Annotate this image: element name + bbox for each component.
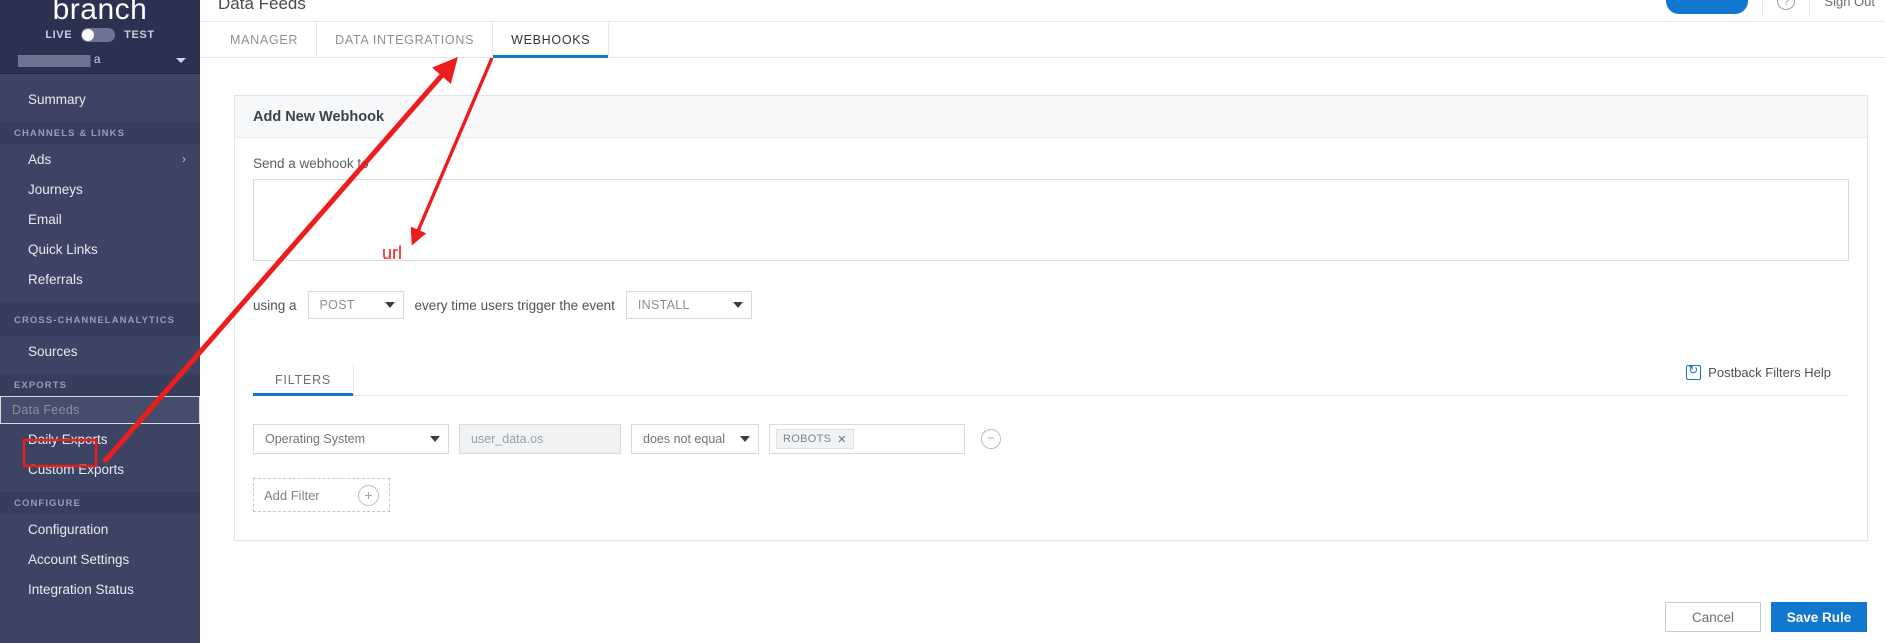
chevron-down-icon [384,302,395,308]
webhook-url-input[interactable] [253,179,1849,261]
test-label[interactable]: TEST [124,29,155,41]
filter-operator-select[interactable]: does not equal [631,424,759,454]
sidebar-item-label: Account Settings [28,551,130,567]
filter-field-readonly: user_data.os [459,424,621,454]
sidebar: branch LIVE TEST Summary CHANNELS & LINK… [0,0,200,643]
http-method-select[interactable]: POST [307,291,404,319]
filter-dimension-value: Operating System [265,432,366,446]
main-content: Data Feeds ? Sign Out MANAGER DATA INTEG… [200,0,1885,643]
top-bar: Data Feeds ? Sign Out [200,0,1885,22]
chevron-down-icon [732,302,743,308]
sidebar-item-label: Quick Links [28,241,98,257]
sign-out-link[interactable]: Sign Out [1824,0,1875,9]
card-body: Send a webhook to using a POST every tim… [235,138,1867,540]
help-icon[interactable]: ? [1777,0,1796,10]
sidebar-item-ads[interactable]: Ads › [0,144,200,174]
add-filter-label: Add Filter [264,487,320,503]
sidebar-item-label: Sources [28,343,78,359]
sidebar-item-email[interactable]: Email [0,204,200,234]
sidebar-heading-exports: EXPORTS [0,374,200,396]
chevron-down-icon [430,436,440,442]
tab-manager[interactable]: MANAGER [212,22,318,57]
sidebar-item-account-settings[interactable]: Account Settings [0,544,200,574]
filter-values-input[interactable]: ROBOTS ✕ [769,424,965,454]
sidebar-item-quick-links[interactable]: Quick Links [0,234,200,264]
live-label[interactable]: LIVE [45,29,72,41]
primary-action-button[interactable] [1666,0,1749,14]
plus-icon: + [358,484,379,506]
sidebar-item-configuration[interactable]: Configuration [0,514,200,544]
sidebar-item-label: Custom Exports [28,461,125,477]
filter-operator-value: does not equal [643,432,726,446]
event-select[interactable]: INSTALL [625,291,752,319]
sidebar-item-data-feeds[interactable]: Data Feeds [0,396,200,424]
chevron-right-icon: › [182,152,186,166]
sidebar-item-custom-exports[interactable]: Custom Exports [0,454,200,484]
sidebar-item-integration-status[interactable]: Integration Status [0,574,200,604]
http-method-value: POST [319,298,355,312]
sidebar-heading-configure: CONFIGURE [0,492,200,514]
divider [1762,0,1764,15]
divider [1809,0,1811,15]
remove-filter-button[interactable]: − [981,429,1001,449]
filter-value-chip[interactable]: ROBOTS ✕ [776,429,854,449]
sidebar-item-label: Configuration [28,521,109,537]
app-root: branch LIVE TEST Summary CHANNELS & LINK… [0,0,1885,643]
sidebar-item-label: Journeys [28,181,83,197]
sidebar-item-label: Ads [28,151,52,167]
cancel-button[interactable]: Cancel [1665,602,1761,632]
close-icon[interactable]: ✕ [837,433,847,446]
sidebar-item-summary[interactable]: Summary [0,84,200,114]
chevron-down-icon [740,436,750,442]
sidebar-item-label: Integration Status [28,581,134,597]
tab-webhooks[interactable]: WEBHOOKS [493,22,610,58]
app-selector[interactable] [0,48,200,74]
sidebar-item-label: Summary [28,91,86,107]
brand-logo[interactable]: branch [0,0,200,22]
postback-help-label: Postback Filters Help [1708,365,1831,380]
env-toggle-knob [82,29,95,41]
section-tabs: MANAGER DATA INTEGRATIONS WEBHOOKS [200,22,1885,58]
using-a-label: using a [253,297,297,313]
card-title: Add New Webhook [235,96,1867,138]
sidebar-item-label: Data Feeds [12,403,80,417]
heading-line-2: ANALYTICS [111,314,176,326]
sidebar-heading-channels: CHANNELS & LINKS [0,122,200,144]
filter-row: Operating System user_data.os does not e… [253,424,1849,454]
every-time-label: every time users trigger the event [414,297,615,313]
app-selector-value [18,52,176,67]
card-footer-actions: Cancel Save Rule [200,591,1885,643]
save-rule-button[interactable]: Save Rule [1771,602,1867,632]
env-toggle-switch[interactable] [81,28,116,42]
page-title: Data Feeds [218,0,306,13]
tab-filters[interactable]: FILTERS [253,365,355,396]
sidebar-item-referrals[interactable]: Referrals [0,264,200,294]
add-webhook-card: Add New Webhook Send a webhook to using … [234,95,1868,541]
filter-dimension-select[interactable]: Operating System [253,424,449,454]
tab-data-integrations[interactable]: DATA INTEGRATIONS [317,22,494,57]
postback-filters-help-link[interactable]: Postback Filters Help [1686,363,1831,380]
webhook-verb-row: using a POST every time users trigger th… [253,291,1849,319]
chevron-down-icon [176,58,186,63]
heading-line-1: CROSS-CHANNEL [14,314,112,326]
filters-tabbar: FILTERS [253,365,1849,396]
top-bar-actions: ? Sign Out [1666,0,1875,18]
sidebar-heading-cross-channel-analytics: CROSS-CHANNEL ANALYTICS [0,302,200,336]
filter-value-chip-label: ROBOTS [783,433,832,445]
sidebar-item-sources[interactable]: Sources [0,336,200,366]
url-field-label: Send a webhook to [253,156,369,171]
event-value: INSTALL [637,298,690,312]
sidebar-item-label: Referrals [28,271,83,287]
annotation-url-label: url [382,243,403,263]
sidebar-item-label: Email [28,211,62,227]
add-filter-button[interactable]: Add Filter + [253,478,390,512]
environment-toggle-bar: LIVE TEST [0,22,200,48]
sidebar-item-journeys[interactable]: Journeys [0,174,200,204]
sidebar-item-daily-exports[interactable]: Daily Exports [0,424,200,454]
sidebar-item-label: Daily Exports [28,431,108,447]
postback-icon [1686,363,1702,380]
